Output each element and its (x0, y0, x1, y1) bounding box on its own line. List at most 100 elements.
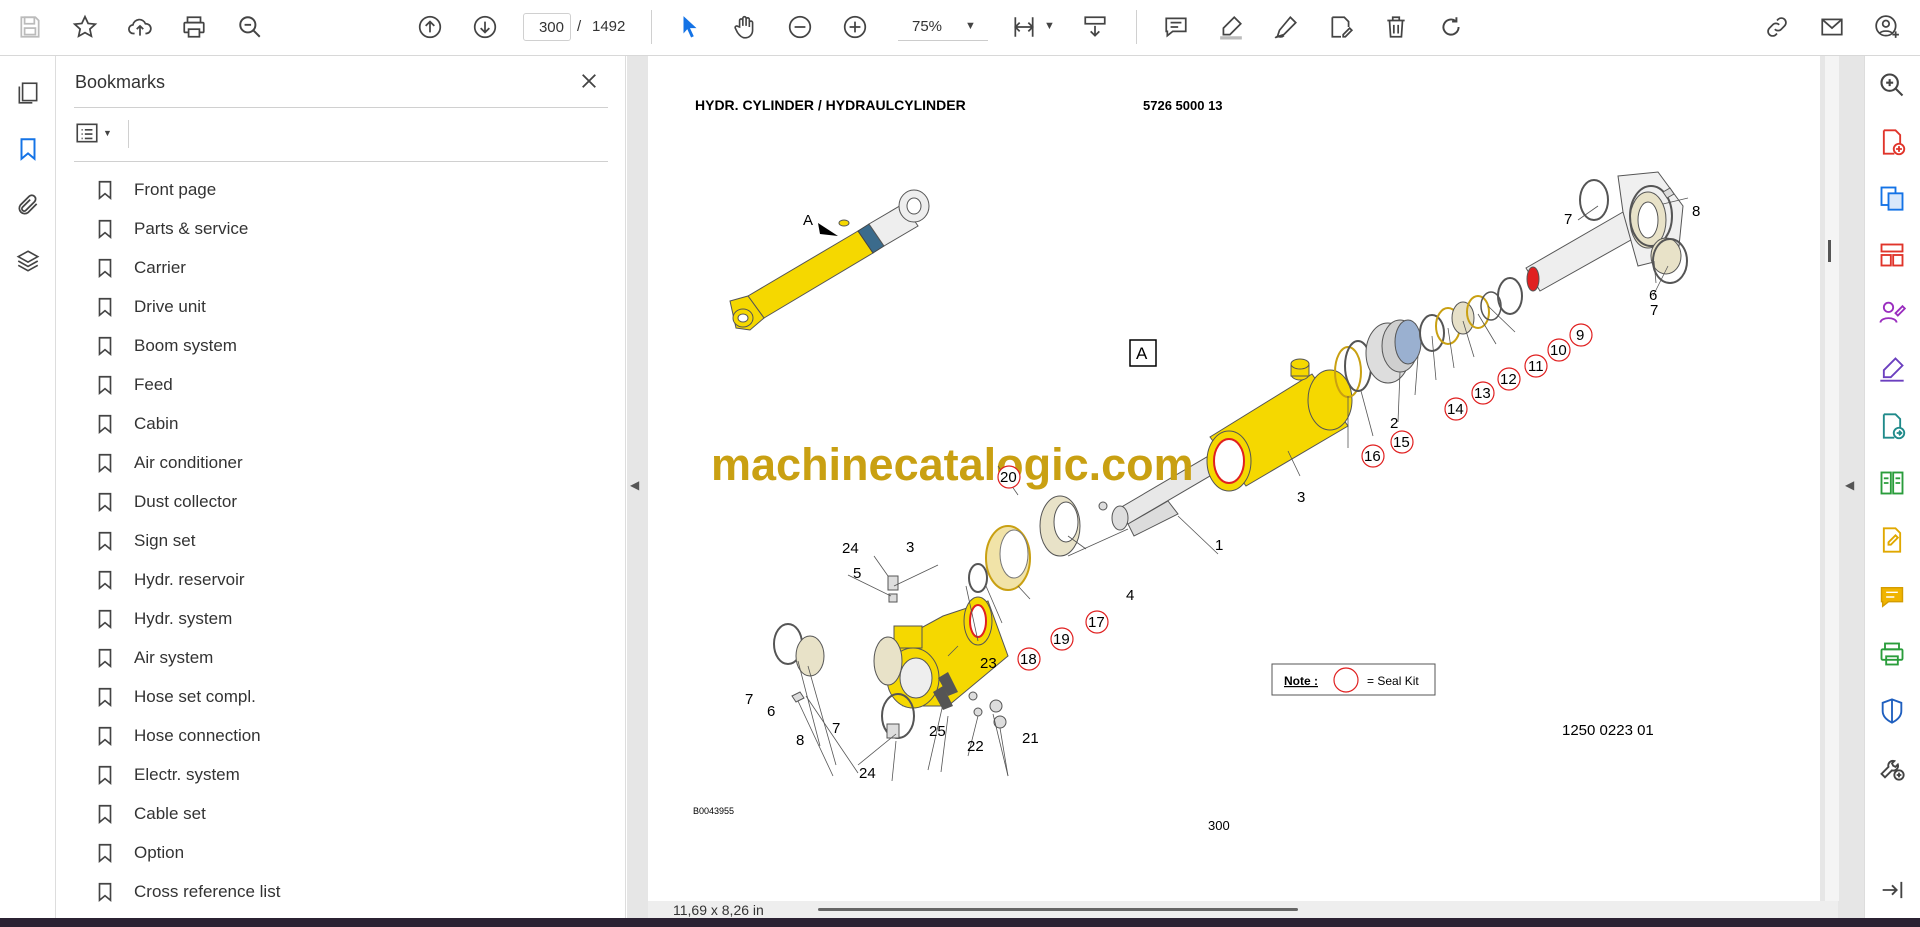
overview-cylinder: A (729, 189, 930, 331)
bookmark-options-button[interactable]: ▼ (74, 118, 122, 148)
bookmark-icon (94, 254, 122, 282)
hand-tool-icon[interactable] (727, 9, 763, 45)
bookmark-label: Option (134, 842, 185, 862)
total-pages: 1492 (592, 18, 626, 35)
star-icon[interactable] (67, 9, 103, 45)
callout: 8 (1692, 203, 1700, 220)
vertical-scrollbar[interactable] (1825, 56, 1839, 901)
organize-pages-icon[interactable] (1874, 237, 1910, 273)
delete-trash-icon[interactable] (1378, 9, 1414, 45)
bookmark-item[interactable]: Hose connection (94, 716, 594, 755)
page-number-input[interactable] (523, 13, 571, 41)
bookmark-item[interactable]: Cabin (94, 404, 594, 443)
bookmark-icon (94, 371, 122, 399)
redo-icon[interactable] (1433, 9, 1469, 45)
attachments-icon[interactable] (10, 187, 46, 223)
bookmark-item[interactable]: Dust collector (94, 482, 594, 521)
share-link-icon[interactable] (1759, 9, 1795, 45)
fit-page-icon[interactable] (1006, 9, 1042, 45)
bookmark-item[interactable]: Hydr. reservoir (94, 560, 594, 599)
compare-files-icon[interactable] (1874, 465, 1910, 501)
bookmark-item[interactable]: Drive unit (94, 287, 594, 326)
page-thumbnails-icon[interactable] (10, 75, 46, 111)
bookmark-item[interactable]: Option (94, 833, 594, 872)
callout: 1 (1215, 537, 1223, 554)
bookmark-item[interactable]: Cross reference list (94, 872, 594, 911)
print-production-icon[interactable] (1874, 636, 1910, 672)
bookmarks-icon[interactable] (10, 131, 46, 167)
bookmark-item[interactable]: Air system (94, 638, 594, 677)
bookmark-label: Cross reference list (134, 881, 281, 901)
bookmark-label: Hose set compl. (134, 686, 256, 706)
scrollbar-thumb[interactable] (1828, 240, 1831, 262)
bookmark-icon (94, 878, 122, 906)
toolbar-divider (1136, 10, 1137, 44)
bookmark-item[interactable]: Feed (94, 365, 594, 404)
note-text: = Seal Kit (1367, 674, 1419, 688)
bookmark-item[interactable]: Air conditioner (94, 443, 594, 482)
edit-pdf-icon[interactable] (1874, 522, 1910, 558)
bookmark-item[interactable]: Front page (94, 170, 594, 209)
bookmarks-panel-title: Bookmarks (75, 72, 166, 92)
bookmark-item[interactable]: Boom system (94, 326, 594, 365)
protect-shield-icon[interactable] (1874, 693, 1910, 729)
request-signature-icon[interactable] (1874, 294, 1910, 330)
callout: 17 (1088, 614, 1105, 631)
zoom-in-icon[interactable] (837, 9, 873, 45)
select-cursor-icon[interactable] (672, 9, 708, 45)
bookmark-icon (94, 839, 122, 867)
close-icon[interactable] (576, 68, 602, 94)
horizontal-scrollbar-thumb[interactable] (818, 908, 1298, 911)
highlight-pen-icon[interactable] (1213, 9, 1249, 45)
divider (74, 161, 608, 162)
list-options-icon (76, 123, 98, 143)
expand-panel-icon[interactable] (1874, 872, 1910, 908)
next-page-icon[interactable] (467, 9, 503, 45)
scroll-mode-icon[interactable] (1077, 9, 1113, 45)
zoom-out-icon[interactable] (782, 9, 818, 45)
bookmark-item[interactable]: Hydr. system (94, 599, 594, 638)
top-toolbar: / 1492 75% ▼ ▼ (0, 0, 1920, 56)
toolbar-divider (651, 10, 652, 44)
create-pdf-icon[interactable] (1874, 124, 1910, 160)
layers-icon[interactable] (10, 243, 46, 279)
bookmark-label: Electr. system (134, 764, 240, 784)
zoom-search-icon[interactable] (1874, 67, 1910, 103)
zoom-search-icon[interactable] (232, 9, 268, 45)
chevron-down-icon[interactable]: ▼ (1044, 20, 1055, 32)
more-tools-icon[interactable] (1874, 750, 1910, 786)
send-for-review-icon[interactable] (1874, 408, 1910, 444)
collapse-left-panel-icon[interactable]: ◀ (630, 478, 639, 492)
chevron-down-icon[interactable]: ▼ (965, 20, 976, 32)
callout: 8 (796, 732, 804, 749)
callout: 7 (745, 691, 753, 708)
bookmark-label: Air conditioner (134, 452, 243, 472)
chevron-down-icon[interactable]: ▼ (103, 128, 112, 138)
callout: 14 (1447, 401, 1464, 418)
bookmark-item[interactable]: Cable set (94, 794, 594, 833)
bookmark-item[interactable]: Carrier (94, 248, 594, 287)
account-add-icon[interactable] (1869, 9, 1905, 45)
rod-eye-top (1525, 171, 1688, 292)
draw-pen-icon[interactable] (1268, 9, 1304, 45)
bookmark-item[interactable]: Electr. system (94, 755, 594, 794)
bookmark-item[interactable]: Sign set (94, 521, 594, 560)
note-label: Note : (1284, 674, 1318, 688)
print-icon[interactable] (176, 9, 212, 45)
callout: 13 (1474, 385, 1491, 402)
bookmark-icon (94, 605, 122, 633)
collapse-right-panel-icon[interactable]: ◀ (1845, 478, 1854, 492)
add-comment-icon[interactable] (1874, 579, 1910, 615)
comment-icon[interactable] (1158, 9, 1194, 45)
bookmark-item[interactable]: Hose set compl. (94, 677, 594, 716)
edit-text-icon[interactable] (1323, 9, 1359, 45)
export-pdf-icon[interactable] (1874, 180, 1910, 216)
callout: 7 (1564, 211, 1572, 228)
fill-sign-icon[interactable] (1874, 351, 1910, 387)
upload-cloud-icon[interactable] (122, 9, 158, 45)
email-icon[interactable] (1814, 9, 1850, 45)
image-id: B0043955 (693, 806, 734, 816)
previous-page-icon[interactable] (412, 9, 448, 45)
bookmark-item[interactable]: Parts & service (94, 209, 594, 248)
save-icon[interactable] (12, 9, 48, 45)
